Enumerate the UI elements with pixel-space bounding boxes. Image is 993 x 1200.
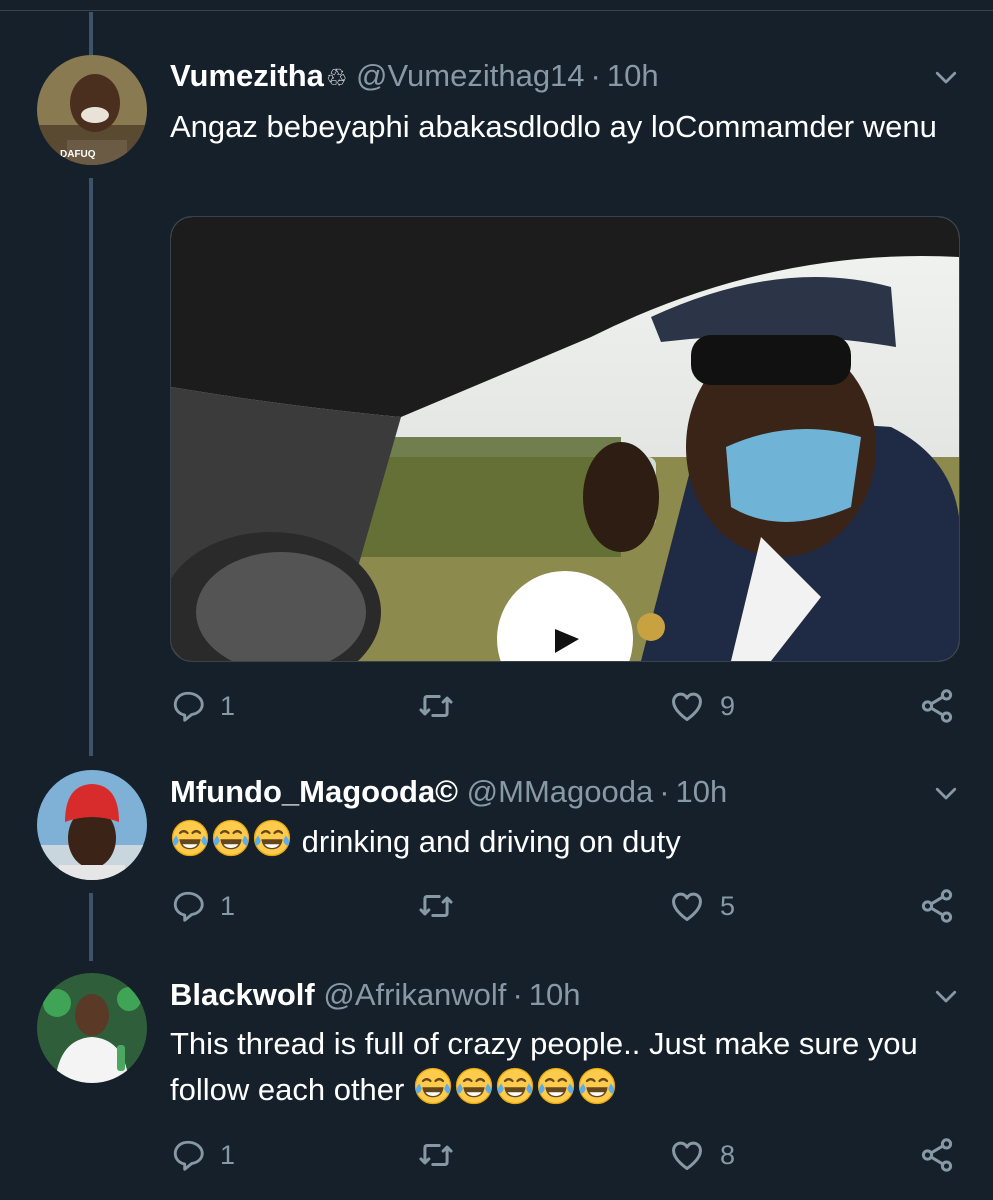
chevron-down-icon[interactable]: [931, 778, 961, 808]
tweet-body: drinking and driving on duty: [301, 824, 681, 859]
like-button[interactable]: 8: [668, 1135, 735, 1175]
tweet[interactable]: Mfundo_Magooda© @MMagooda · 10h drinking a…: [0, 760, 993, 965]
like-button[interactable]: 5: [668, 886, 735, 926]
tweet-text: This thread is full of crazy people.. Ju…: [170, 1021, 950, 1112]
face-with-tears-of-joy-icon: [211, 818, 251, 858]
timestamp[interactable]: 10h: [607, 58, 659, 93]
avatar[interactable]: DAFUQ: [37, 55, 147, 165]
video-player[interactable]: [170, 216, 960, 662]
avatar[interactable]: [37, 973, 147, 1083]
tweet[interactable]: Blackwolf @Afrikanwolf · 10h This thread i…: [0, 965, 993, 1200]
reply-button[interactable]: 1: [170, 1135, 235, 1175]
like-button[interactable]: 9: [668, 686, 735, 726]
face-with-tears-of-joy-icon: [577, 1066, 617, 1106]
timestamp[interactable]: 10h: [529, 977, 581, 1012]
share-icon: [918, 887, 956, 925]
reply-count: 1: [220, 690, 236, 721]
handle[interactable]: @MMagooda: [467, 774, 654, 809]
chevron-down-icon[interactable]: [931, 62, 961, 92]
separator-dot: ·: [590, 58, 601, 93]
tweet-header: Vumezitha♲ @Vumezithag14 · 10h: [170, 56, 933, 99]
handle[interactable]: @Vumezithag14: [356, 58, 585, 93]
tweet-actions: 1 8: [0, 1135, 993, 1175]
separator-dot: ·: [512, 977, 523, 1012]
tweet-text: drinking and driving on duty: [170, 818, 950, 864]
share-icon: [918, 687, 956, 725]
reply-count: 1: [220, 890, 236, 921]
heart-icon: [668, 687, 706, 725]
reply-button[interactable]: 1: [170, 686, 235, 726]
svg-text:DAFUQ: DAFUQ: [60, 149, 96, 160]
heart-icon: [668, 887, 706, 925]
tweet[interactable]: DAFUQ Vumezitha♲ @Vumezithag14 · 10h Angaz…: [0, 0, 993, 760]
retweet-icon: [417, 887, 455, 925]
recycle-icon: ♲: [325, 65, 348, 92]
retweet-icon: [417, 687, 455, 725]
tweet-text: Angaz bebeyaphi abakasdlodlo ay loCommam…: [170, 109, 937, 144]
retweet-icon: [417, 1136, 455, 1174]
tweet-header: Blackwolf @Afrikanwolf · 10h: [170, 975, 933, 1015]
share-icon: [918, 1136, 956, 1174]
face-with-tears-of-joy-icon: [495, 1066, 535, 1106]
tweet-header: Mfundo_Magooda© @MMagooda · 10h: [170, 772, 933, 812]
display-name[interactable]: Mfundo_Magooda©: [170, 774, 458, 809]
face-with-tears-of-joy-icon: [536, 1066, 576, 1106]
reply-icon: [170, 688, 206, 724]
reply-button[interactable]: 1: [170, 886, 235, 926]
tweet-actions: 1 9: [0, 686, 993, 726]
tweet-actions: 1 5: [0, 886, 993, 926]
heart-icon: [668, 1136, 706, 1174]
separator-dot: ·: [659, 774, 670, 809]
share-button[interactable]: [918, 1135, 956, 1175]
handle[interactable]: @Afrikanwolf: [323, 977, 506, 1012]
reply-count: 1: [220, 1139, 236, 1170]
face-with-tears-of-joy-icon: [170, 818, 210, 858]
chevron-down-icon[interactable]: [931, 981, 961, 1011]
reply-icon: [170, 1137, 206, 1173]
retweet-button[interactable]: [417, 886, 469, 926]
share-button[interactable]: [918, 886, 956, 926]
face-with-tears-of-joy-icon: [252, 818, 292, 858]
display-name[interactable]: Vumezitha: [170, 58, 324, 93]
timeline: DAFUQ Vumezitha♲ @Vumezithag14 · 10h Angaz…: [0, 0, 993, 1200]
display-name[interactable]: Blackwolf: [170, 977, 315, 1012]
timestamp[interactable]: 10h: [676, 774, 728, 809]
share-button[interactable]: [918, 686, 956, 726]
retweet-button[interactable]: [417, 686, 469, 726]
like-count: 5: [720, 890, 736, 921]
face-with-tears-of-joy-icon: [454, 1066, 494, 1106]
retweet-button[interactable]: [417, 1135, 469, 1175]
like-count: 8: [720, 1139, 736, 1170]
reply-icon: [170, 888, 206, 924]
face-with-tears-of-joy-icon: [413, 1066, 453, 1106]
like-count: 9: [720, 690, 736, 721]
avatar[interactable]: [37, 770, 147, 880]
